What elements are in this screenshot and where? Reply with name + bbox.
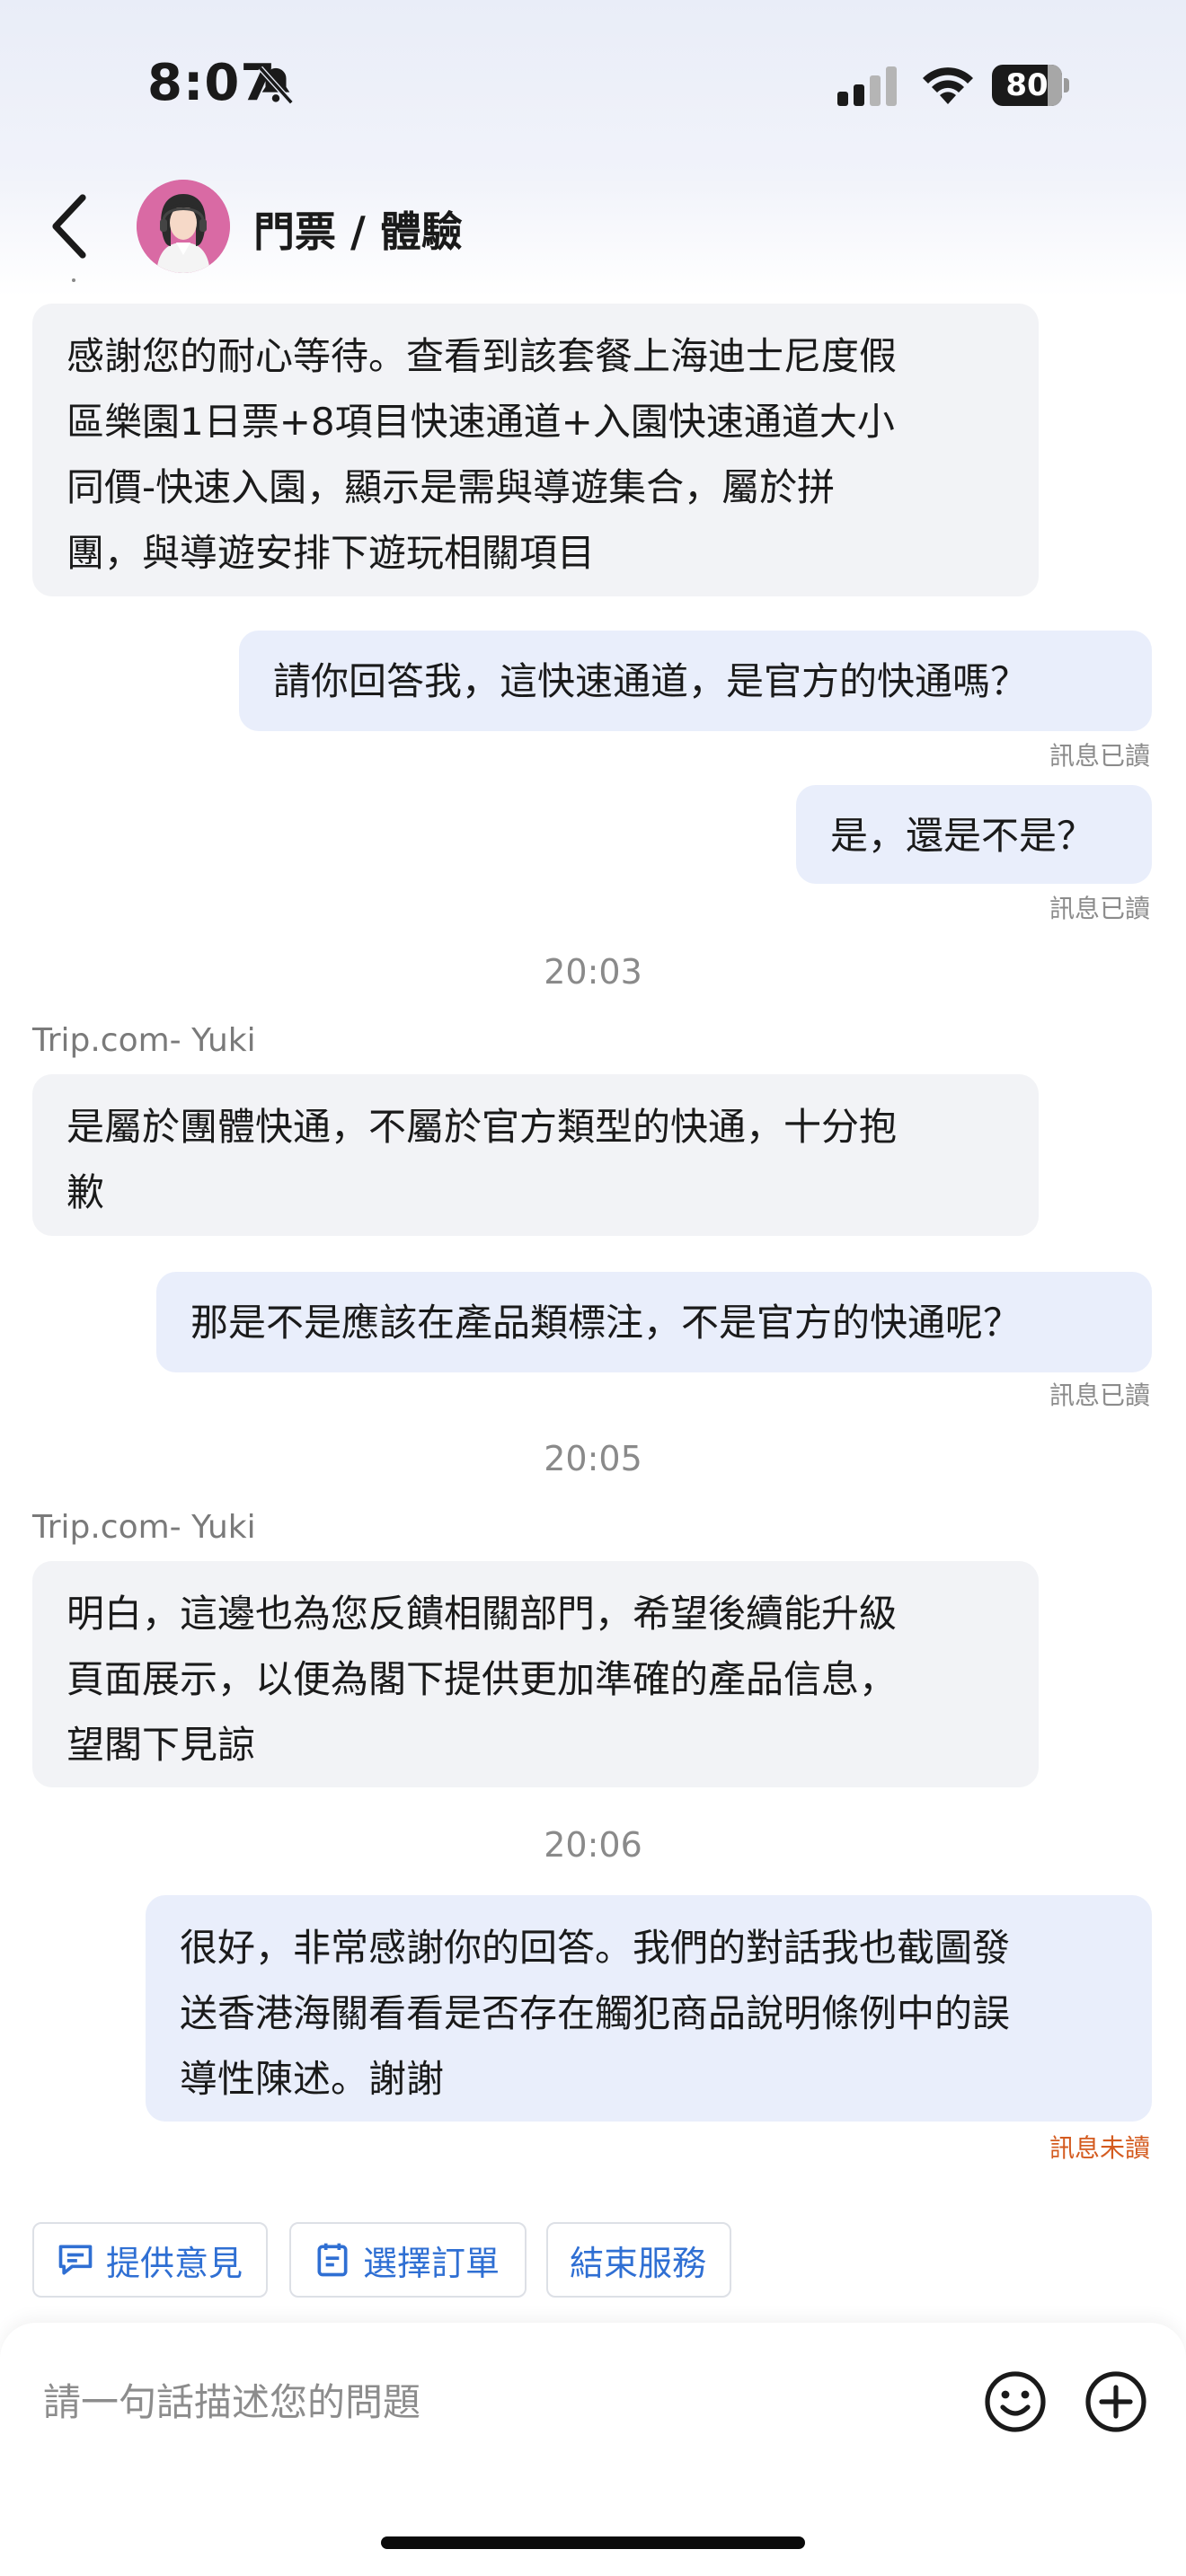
feedback-button[interactable]: 提供意見 — [32, 2222, 268, 2298]
message-bubble-incoming: 是屬於團體快通，不屬於官方類型的快通，十分抱 歉 — [32, 1074, 1039, 1236]
message-line: 團，與導遊安排下遊玩相關項目 — [66, 531, 596, 575]
message-bubble-outgoing: 請你回答我，這快速通道，是官方的快通嗎？ — [239, 631, 1152, 731]
message-line: 頁面展示，以便為閣下提供更加準確的產品信息， — [66, 1657, 898, 1701]
message-line: 送香港海關看看是否存在觸犯商品說明條例中的誤 — [180, 1991, 1011, 2035]
message-line: 是屬於團體快通，不屬於官方類型的快通，十分抱 — [66, 1105, 898, 1149]
select-order-button[interactable]: 選擇訂單 — [289, 2222, 527, 2298]
message-timestamp: 20:05 — [544, 1439, 642, 1478]
feedback-icon — [58, 2245, 93, 2275]
select-order-button-label: 選擇訂單 — [363, 2243, 500, 2283]
message-input[interactable] — [41, 2371, 943, 2432]
message-text: 請你回答我，這快速通道，是官方的快通嗎？ — [273, 659, 1029, 703]
bell-slash-icon — [258, 66, 294, 105]
signal-icon — [837, 66, 897, 106]
battery-percent: 80 — [1005, 67, 1049, 103]
sender-name: Trip.com- Yuki — [32, 1022, 256, 1059]
order-icon — [317, 2243, 348, 2277]
message-line: 望閣下見諒 — [66, 1723, 256, 1767]
read-status: 訊息已讀 — [1049, 741, 1150, 771]
message-line: 很好，非常感謝你的回答。我們的對話我也截圖發 — [180, 1926, 1011, 1970]
back-arrow-icon[interactable] — [47, 190, 93, 262]
message-bubble-incoming: 明白，這邊也為您反饋相關部門，希望後續能升級 頁面展示，以便為閣下提供更加準確的… — [32, 1561, 1039, 1787]
end-service-button[interactable]: 結束服務 — [546, 2222, 731, 2298]
wifi-icon — [923, 67, 973, 104]
read-status: 訊息已讀 — [1049, 894, 1150, 923]
sender-name: Trip.com- Yuki — [32, 1509, 256, 1546]
message-bubble-outgoing: 很好，非常感謝你的回答。我們的對話我也截圖發 送香港海關看看是否存在觸犯商品說明… — [146, 1895, 1152, 2122]
message-line: 區樂園1日票+8項目快速通道+入園快速通道大小 — [66, 400, 895, 444]
message-bubble-outgoing: 那是不是應該在產品類標注，不是官方的快通呢？ — [156, 1272, 1152, 1372]
message-text: 那是不是應該在產品類標注，不是官方的快通呢？ — [190, 1301, 1022, 1345]
end-service-button-label: 結束服務 — [570, 2243, 707, 2283]
message-bubble-incoming: 感謝您的耐心等待。查看到該套餐上海迪士尼度假 區樂園1日票+8項目快速通道+入園… — [32, 304, 1039, 596]
message-timestamp: 20:06 — [544, 1825, 642, 1865]
feedback-button-label: 提供意見 — [106, 2243, 243, 2283]
home-indicator[interactable] — [381, 2536, 805, 2549]
battery-icon: 80 — [992, 65, 1071, 106]
scroll-fragment — [72, 278, 75, 282]
read-status: 訊息已讀 — [1049, 1381, 1150, 1410]
message-line: 歉 — [66, 1170, 105, 1214]
message-line: 導性陳述。謝謝 — [180, 2057, 445, 2101]
message-line: 同價-快速入園，顯示是需與導遊集合，屬於拼 — [66, 465, 836, 509]
unread-status: 訊息未讀 — [1049, 2133, 1150, 2163]
plus-icon[interactable] — [1084, 2369, 1148, 2434]
agent-avatar — [137, 180, 230, 273]
emoji-icon[interactable] — [983, 2369, 1048, 2434]
page-title: 門票 / 體驗 — [253, 207, 463, 256]
message-line: 明白，這邊也為您反饋相關部門，希望後續能升級 — [66, 1592, 898, 1636]
message-timestamp: 20:03 — [544, 952, 642, 992]
message-line: 感謝您的耐心等待。查看到該套餐上海迪士尼度假 — [66, 334, 898, 378]
message-bubble-outgoing: 是，還是不是？ — [796, 785, 1152, 884]
message-text: 是，還是不是？ — [830, 814, 1095, 858]
